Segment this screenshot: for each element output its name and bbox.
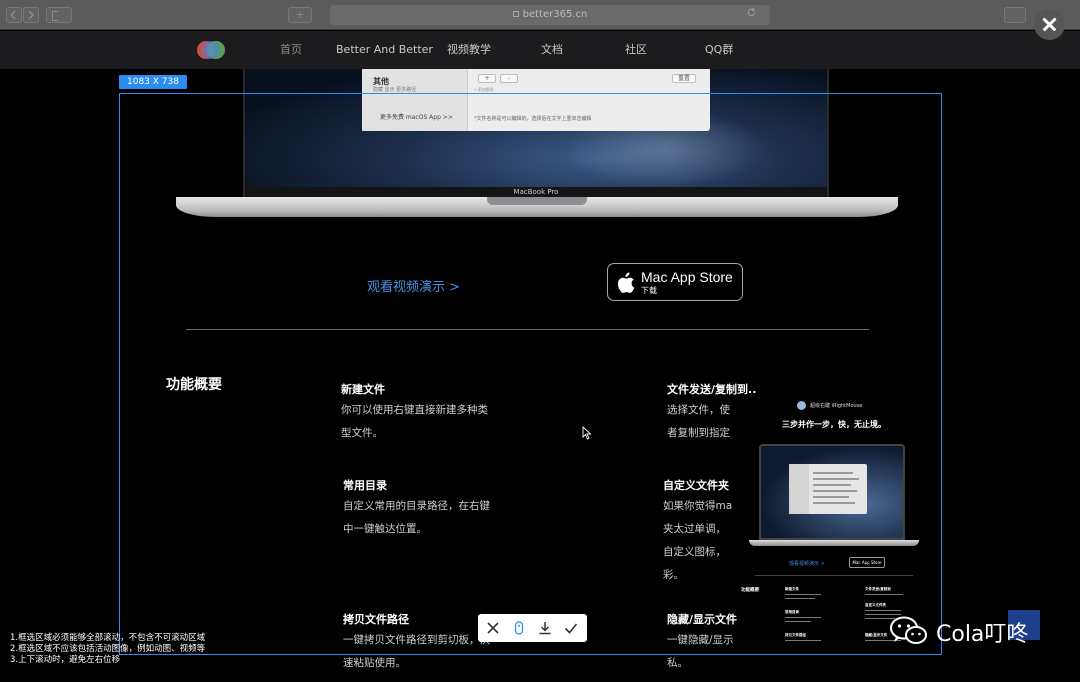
- feature-line: 私。: [667, 657, 688, 669]
- cancel-button[interactable]: [480, 614, 506, 642]
- chevron-right-icon: [28, 10, 34, 20]
- instruction-line: 3.上下滚动时，避免左右位移: [10, 655, 121, 665]
- reset-button[interactable]: 重置: [672, 74, 696, 83]
- watermark-text: Cola叮咚: [936, 622, 1029, 647]
- back-button[interactable]: [6, 7, 22, 23]
- close-icon: [487, 622, 499, 634]
- nav-item-docs[interactable]: 文档: [541, 31, 563, 69]
- sidebar-toggle-button[interactable]: [46, 7, 72, 23]
- chevron-left-icon: [10, 10, 16, 20]
- remove-button[interactable]: -: [500, 74, 518, 83]
- settings-section-sub: 隐藏 显示 更多路径: [373, 87, 417, 93]
- check-icon: [564, 623, 578, 634]
- capture-size-label: 1083 X 738: [119, 75, 187, 89]
- capture-toolbar: [478, 614, 587, 642]
- wechat-icon: [890, 616, 927, 644]
- add-button[interactable]: +: [478, 74, 496, 83]
- site-nav: 首页 Better And Better 视频教学 文档 社区 QQ群: [0, 31, 1080, 69]
- scroll-capture-icon: [514, 621, 524, 635]
- nav-item-home[interactable]: 首页: [280, 31, 302, 69]
- url-text: better365.cn: [522, 9, 588, 20]
- nav-item-community[interactable]: 社区: [625, 31, 647, 69]
- new-tab-button[interactable]: +: [288, 7, 312, 23]
- site-logo[interactable]: [197, 41, 225, 59]
- capture-selection[interactable]: [119, 93, 942, 655]
- screen: + better365.cn 首页 Better And Better 视频教学…: [0, 0, 1080, 682]
- scroll-capture-button[interactable]: [506, 614, 532, 642]
- feature-line: 速粘贴使用。: [343, 657, 406, 669]
- lock-icon: [512, 11, 519, 17]
- close-overlay-button[interactable]: [1034, 9, 1065, 40]
- instruction-line: 1.框选区域必须能够全部滚动，不包含不可滚动区域: [10, 633, 206, 643]
- instruction-line: 2.框选区域不应该包括活动图像，例如动图、视频等: [10, 644, 206, 654]
- reload-icon[interactable]: [746, 7, 757, 21]
- download-icon: [539, 622, 551, 635]
- share-button[interactable]: [1004, 7, 1026, 23]
- address-bar[interactable]: better365.cn: [330, 5, 770, 25]
- nav-item-better[interactable]: Better And Better: [336, 31, 433, 69]
- confirm-button[interactable]: [558, 614, 584, 642]
- browser-toolbar: + better365.cn: [0, 0, 1080, 30]
- capture-instructions: 1.框选区域必须能够全部滚动，不包含不可滚动区域 2.框选区域不应该包括活动图像…: [10, 633, 205, 666]
- nav-item-video[interactable]: 视频教学: [447, 31, 491, 69]
- nav-item-qq[interactable]: QQ群: [705, 31, 733, 69]
- forward-button[interactable]: [23, 7, 39, 23]
- download-button[interactable]: [532, 614, 558, 642]
